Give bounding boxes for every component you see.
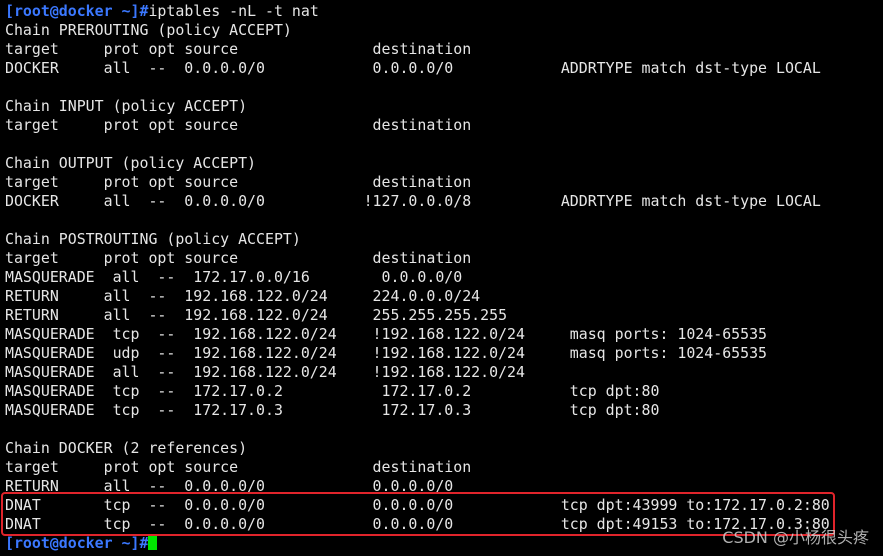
terminal-window[interactable]: [root@docker ~]#iptables -nL -t nat Chai… — [5, 2, 881, 554]
output-line: RETURN all -- 192.168.122.0/24 224.0.0.0… — [5, 287, 481, 305]
output-line: MASQUERADE tcp -- 172.17.0.2 172.17.0.2 … — [5, 382, 660, 400]
output-line: MASQUERADE all -- 192.168.122.0/24 !192.… — [5, 363, 525, 381]
output-line: target prot opt source destination — [5, 173, 472, 191]
shell-prompt: [root@docker ~]# — [5, 534, 149, 552]
output-line: Chain PREROUTING (policy ACCEPT) — [5, 21, 292, 39]
output-line: RETURN all -- 192.168.122.0/24 255.255.2… — [5, 306, 508, 324]
output-line: DOCKER all -- 0.0.0.0/0 0.0.0.0/0 ADDRTY… — [5, 59, 821, 77]
output-line: MASQUERADE tcp -- 192.168.122.0/24 !192.… — [5, 325, 768, 343]
output-line: MASQUERADE tcp -- 172.17.0.3 172.17.0.3 … — [5, 401, 660, 419]
output-line: MASQUERADE udp -- 192.168.122.0/24 !192.… — [5, 344, 768, 362]
command-line: [root@docker ~]#iptables -nL -t nat — [5, 2, 319, 21]
prompt-line[interactable]: [root@docker ~]# — [5, 534, 158, 553]
shell-prompt: [root@docker ~]# — [5, 2, 149, 20]
watermark: CSDN @小杨很头疼 — [722, 528, 869, 547]
output-line: Chain DOCKER (2 references) — [5, 439, 248, 457]
output-line: target prot opt source destination — [5, 116, 472, 134]
text-cursor — [148, 535, 158, 550]
output-line: target prot opt source destination — [5, 458, 472, 476]
highlight-box — [1, 492, 835, 536]
output-line: Chain OUTPUT (policy ACCEPT) — [5, 154, 257, 172]
output-line: target prot opt source destination — [5, 40, 472, 58]
output-line: MASQUERADE all -- 172.17.0.0/16 0.0.0.0/… — [5, 268, 463, 286]
output-line: Chain POSTROUTING (policy ACCEPT) — [5, 230, 301, 248]
output-line: Chain INPUT (policy ACCEPT) — [5, 97, 248, 115]
output-line: target prot opt source destination — [5, 249, 472, 267]
command-text: iptables -nL -t nat — [148, 2, 319, 20]
output-line: DOCKER all -- 0.0.0.0/0 !127.0.0.0/8 ADD… — [5, 192, 821, 210]
